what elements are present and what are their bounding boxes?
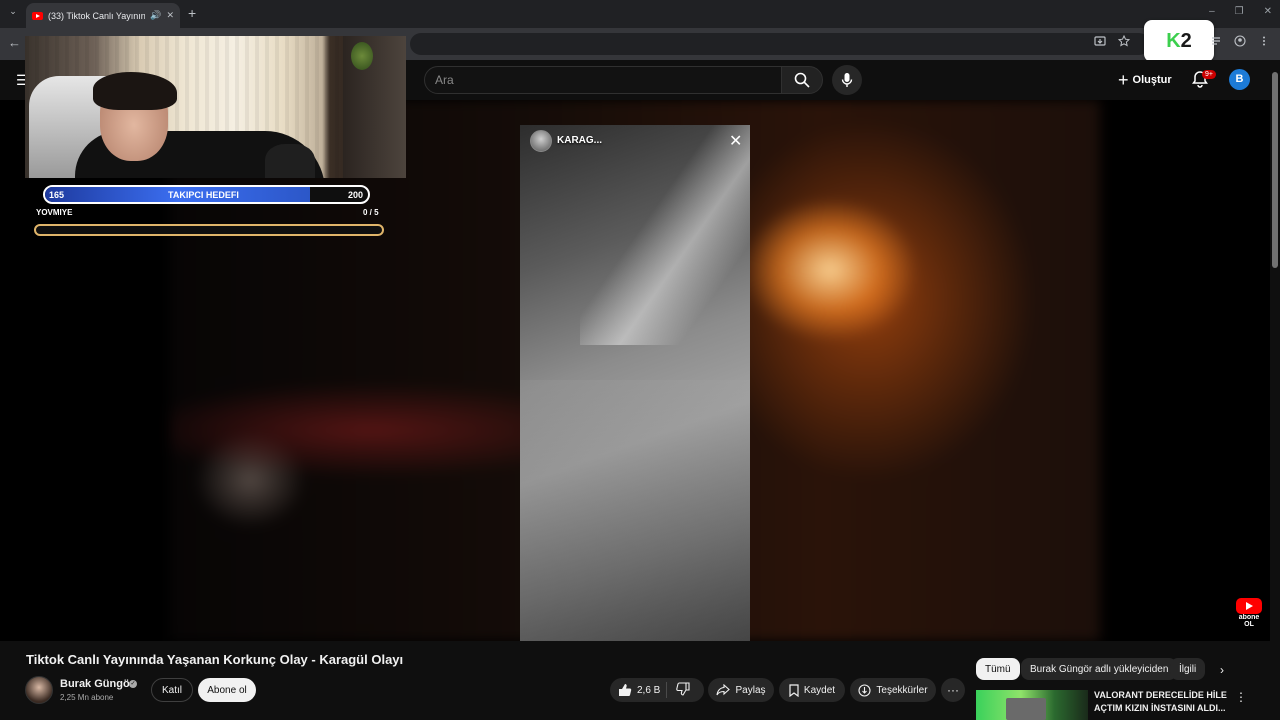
- tab-close-icon[interactable]: ✕: [166, 10, 174, 21]
- join-button[interactable]: Katıl: [151, 678, 193, 702]
- thanks-button[interactable]: Teşekkürler: [850, 678, 936, 702]
- tab-audio-icon[interactable]: 🔊: [150, 10, 161, 21]
- video-player[interactable]: [0, 100, 1270, 641]
- thanks-label: Teşekkürler: [876, 684, 928, 696]
- more-actions-button[interactable]: ···: [941, 678, 965, 702]
- window-controls: – ❐ ✕: [1209, 6, 1272, 17]
- tab-title: (33) Tiktok Canlı Yayınında: [48, 10, 146, 21]
- save-label: Kaydet: [803, 684, 836, 696]
- share-label: Paylaş: [735, 684, 766, 696]
- create-label: Oluştur: [1132, 74, 1172, 86]
- verified-badge-icon: ✓: [129, 680, 137, 688]
- daily-goal-bar: [34, 224, 384, 236]
- star-icon[interactable]: [1118, 35, 1130, 47]
- youtube-favicon-icon: [32, 11, 43, 20]
- tab-list-button[interactable]: ⌄: [6, 6, 20, 20]
- plus-icon: +: [1118, 70, 1129, 90]
- channel-name[interactable]: Burak Güngör: [60, 678, 134, 690]
- related-video-title[interactable]: VALORANT DERECELİDE HİLE AÇTIM KIZIN İNS…: [1094, 689, 1230, 715]
- story-frame: [520, 125, 750, 641]
- watermark-text: abone OL: [1238, 614, 1260, 628]
- extension-badge-k2[interactable]: K 2: [1144, 20, 1214, 62]
- chip-all[interactable]: Tümü: [976, 658, 1020, 680]
- related-video-menu-icon[interactable]: ⋮: [1235, 690, 1247, 704]
- search-input[interactable]: Ara: [424, 66, 782, 94]
- microphone-icon: [841, 72, 853, 88]
- profile-icon[interactable]: [1234, 35, 1246, 47]
- search-icon: [794, 72, 810, 88]
- webcam-plant: [351, 42, 373, 70]
- more-vert-icon[interactable]: [1258, 35, 1270, 47]
- browser-tab-active[interactable]: (33) Tiktok Canlı Yayınında 🔊 ✕: [26, 3, 180, 28]
- like-count: 2,6 B: [637, 684, 661, 696]
- subscribe-watermark-logo[interactable]: abone OL: [1234, 598, 1264, 628]
- thumbs-down-icon[interactable]: [676, 682, 690, 696]
- chip-from-uploader[interactable]: Burak Güngör adlı yükleyiciden: [1021, 658, 1178, 680]
- subscribe-button[interactable]: Abone ol: [198, 678, 256, 702]
- new-tab-button[interactable]: +: [188, 5, 196, 21]
- follower-goal-current: 165: [49, 190, 65, 200]
- story-close-icon: ✕: [729, 133, 743, 150]
- chevron-right-icon[interactable]: ›: [1220, 663, 1224, 677]
- follower-goal-label: TAKIPCI HEDEFI: [168, 190, 239, 200]
- bookmark-icon: [789, 683, 799, 697]
- voice-search-button[interactable]: [832, 65, 862, 95]
- address-bar[interactable]: [410, 33, 1150, 55]
- extension-number: 2: [1180, 29, 1192, 52]
- back-button[interactable]: ←: [8, 35, 21, 50]
- thumbs-up-icon: [618, 683, 632, 697]
- webcam-person-hair: [93, 72, 177, 110]
- story-user-avatar: [530, 130, 552, 152]
- page-scrollbar-thumb[interactable]: [1272, 72, 1278, 268]
- toolbar-right-icons: [1210, 35, 1270, 47]
- close-window-button[interactable]: ✕: [1264, 6, 1272, 17]
- notifications-count-badge: 9+: [1202, 70, 1216, 79]
- daily-goal-label: YOVMIYE: [36, 208, 73, 217]
- like-dislike-divider: [666, 682, 667, 698]
- related-video-thumbnail[interactable]: [976, 690, 1088, 720]
- channel-avatar[interactable]: [25, 676, 53, 704]
- youtube-logo-icon: [1236, 598, 1262, 614]
- save-button[interactable]: Kaydet: [779, 678, 845, 702]
- streamer-webcam: [25, 36, 406, 178]
- restore-button[interactable]: ❐: [1235, 6, 1244, 17]
- subscriber-count: 2,25 Mn abone: [60, 693, 114, 702]
- follower-goal-target: 200: [348, 190, 364, 200]
- webcam-microphone: [265, 144, 315, 178]
- search-button[interactable]: [781, 66, 823, 94]
- share-icon: [716, 684, 731, 696]
- daily-goal-count: 0 / 5: [363, 208, 379, 217]
- toolbar-icons: [1094, 35, 1130, 47]
- install-icon[interactable]: [1094, 35, 1106, 47]
- video-title: Tiktok Canlı Yayınında Yaşanan Korkunç O…: [26, 652, 404, 667]
- share-button[interactable]: Paylaş: [708, 678, 774, 702]
- super-thanks-icon: [858, 683, 871, 697]
- create-button[interactable]: + Oluştur: [1118, 68, 1172, 92]
- extension-k-letter: K: [1166, 29, 1181, 52]
- account-avatar[interactable]: B: [1229, 69, 1250, 90]
- minimize-button[interactable]: –: [1209, 6, 1215, 17]
- story-username: KARAG...: [557, 135, 602, 146]
- chip-related[interactable]: İlgili: [1170, 658, 1206, 680]
- reading-list-icon[interactable]: [1210, 35, 1222, 47]
